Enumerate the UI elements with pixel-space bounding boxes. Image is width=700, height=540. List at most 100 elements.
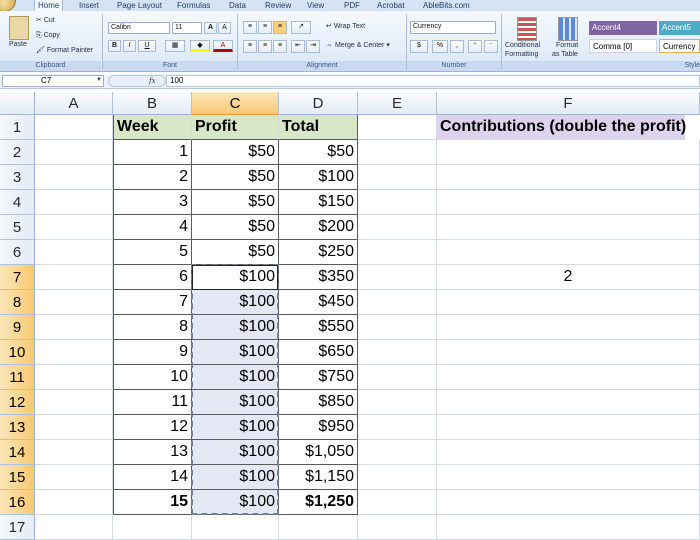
wrap-text-button[interactable]: ↵ Wrap Text [326,22,365,32]
cell-c16[interactable]: $100 [192,490,279,515]
cell-e1[interactable] [358,115,437,140]
cell-f17[interactable] [437,515,700,540]
borders-button[interactable]: ▦ [165,40,185,52]
cell-d13[interactable]: $950 [279,415,358,440]
cell-b7[interactable]: 6 [113,265,192,290]
cell-c15[interactable]: $100 [192,465,279,490]
shrink-font-button[interactable]: A [218,22,231,34]
row-header-9[interactable]: 9 [0,315,35,340]
cell-c6[interactable]: $50 [192,240,279,265]
tab-review[interactable]: Review [262,0,294,11]
cell-f3[interactable] [437,165,700,190]
font-name-dropdown[interactable]: Calibri [108,22,170,34]
cell-a1[interactable] [35,115,113,140]
copy-button[interactable]: ⎘ Copy [36,31,60,41]
tab-data[interactable]: Data [226,0,249,11]
row-header-6[interactable]: 6 [0,240,35,265]
cell-d1[interactable]: Total [279,115,358,140]
cell-d3[interactable]: $100 [279,165,358,190]
formula-input[interactable]: 100 [166,75,700,87]
merge-center-button[interactable]: ⇔ Merge & Center ▾ [326,41,390,51]
cell-a13[interactable] [35,415,113,440]
cell-a7[interactable] [35,265,113,290]
column-header-c[interactable]: C [192,92,279,115]
cell-d5[interactable]: $200 [279,215,358,240]
cell-d15[interactable]: $1,150 [279,465,358,490]
cell-c10[interactable]: $100 [192,340,279,365]
cell-e7[interactable] [358,265,437,290]
cell-a15[interactable] [35,465,113,490]
cell-b1[interactable]: Week [113,115,192,140]
cell-a12[interactable] [35,390,113,415]
fx-icon[interactable]: fx [149,76,156,86]
cell-c5[interactable]: $50 [192,215,279,240]
bold-button[interactable]: B [108,40,121,52]
cell-b10[interactable]: 9 [113,340,192,365]
cell-a16[interactable] [35,490,113,515]
row-header-5[interactable]: 5 [0,215,35,240]
cell-e2[interactable] [358,140,437,165]
align-left-button[interactable]: ≡ [243,40,257,53]
row-header-17[interactable]: 17 [0,515,35,540]
row-header-8[interactable]: 8 [0,290,35,315]
cell-d7[interactable]: $350 [279,265,358,290]
align-right-button[interactable]: ≡ [273,40,287,53]
cell-a9[interactable] [35,315,113,340]
cell-e10[interactable] [358,340,437,365]
style-currency[interactable]: Currency [659,39,700,53]
tab-page-layout[interactable]: Page Layout [114,0,165,11]
cell-d11[interactable]: $750 [279,365,358,390]
cell-b4[interactable]: 3 [113,190,192,215]
cell-d8[interactable]: $450 [279,290,358,315]
cut-button[interactable]: ✂ Cut [36,16,55,26]
select-all-corner[interactable] [0,92,35,115]
cell-b5[interactable]: 4 [113,215,192,240]
cell-a4[interactable] [35,190,113,215]
row-header-16[interactable]: 16 [0,490,35,515]
fill-color-button[interactable]: ◆ [190,40,210,52]
cell-b9[interactable]: 8 [113,315,192,340]
decrease-decimal-button[interactable]: ⁻ [484,40,498,53]
row-header-11[interactable]: 11 [0,365,35,390]
cell-b2[interactable]: 1 [113,140,192,165]
cell-b13[interactable]: 12 [113,415,192,440]
comma-button[interactable]: , [450,40,464,53]
cell-a11[interactable] [35,365,113,390]
cell-e8[interactable] [358,290,437,315]
font-color-button[interactable]: A [213,40,233,52]
cell-b17[interactable] [113,515,192,540]
column-header-f[interactable]: F [437,92,700,115]
cell-e9[interactable] [358,315,437,340]
tab-formulas[interactable]: Formulas [174,0,213,11]
cell-d9[interactable]: $550 [279,315,358,340]
cell-e12[interactable] [358,390,437,415]
tab-acrobat[interactable]: Acrobat [374,0,408,11]
orientation-button[interactable]: ↗ [291,21,311,34]
cell-e13[interactable] [358,415,437,440]
align-center-button[interactable]: ≡ [258,40,272,53]
cell-a6[interactable] [35,240,113,265]
column-header-e[interactable]: E [358,92,437,115]
cell-e14[interactable] [358,440,437,465]
cell-c9[interactable]: $100 [192,315,279,340]
italic-button[interactable]: I [123,40,136,52]
cell-f10[interactable] [437,340,700,365]
row-header-10[interactable]: 10 [0,340,35,365]
cell-f14[interactable] [437,440,700,465]
cell-d17[interactable] [279,515,358,540]
cell-f5[interactable] [437,215,700,240]
cell-e16[interactable] [358,490,437,515]
cell-d4[interactable]: $150 [279,190,358,215]
decrease-indent-button[interactable]: ⇤ [291,40,305,53]
cell-b8[interactable]: 7 [113,290,192,315]
cell-d16[interactable]: $1,250 [279,490,358,515]
increase-indent-button[interactable]: ⇥ [306,40,320,53]
cell-c4[interactable]: $50 [192,190,279,215]
cell-e6[interactable] [358,240,437,265]
row-header-13[interactable]: 13 [0,415,35,440]
cell-e4[interactable] [358,190,437,215]
cell-f7[interactable]: 2 [437,265,700,290]
cell-f11[interactable] [437,365,700,390]
cell-e11[interactable] [358,365,437,390]
cell-b14[interactable]: 13 [113,440,192,465]
